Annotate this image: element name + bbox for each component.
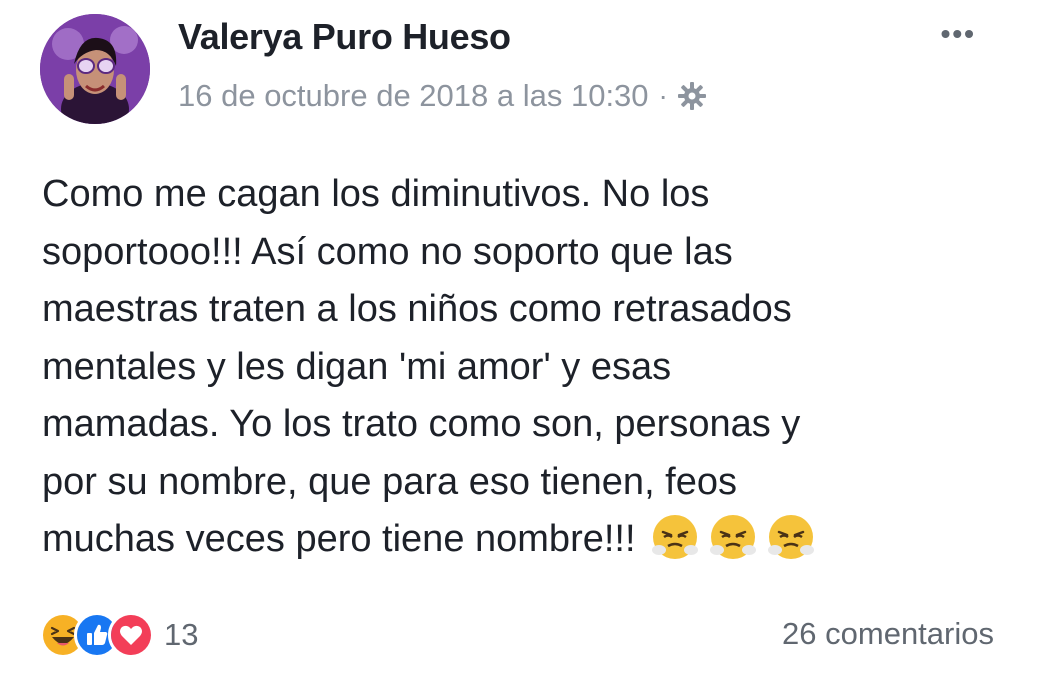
post-text-line: por su nombre, que para eso tienen, feos bbox=[42, 460, 738, 503]
author-name[interactable]: Valerya Puro Hueso bbox=[178, 16, 511, 58]
post-timestamp[interactable]: 16 de octubre de 2018 a las 10:30 bbox=[178, 78, 649, 114]
reaction-count[interactable]: 13 bbox=[164, 617, 198, 653]
post-text-line: mamadas. Yo los trato como son, personas… bbox=[42, 403, 801, 445]
more-options-button[interactable]: ••• bbox=[941, 20, 976, 48]
angry-steam-emoji bbox=[651, 514, 698, 559]
post-text-line: Como me cagan los diminutivos. No los bbox=[42, 173, 710, 215]
avatar[interactable] bbox=[40, 14, 150, 124]
reactions-summary[interactable]: 13 bbox=[40, 612, 198, 658]
love-icon bbox=[108, 612, 154, 658]
post-text-line: muchas veces pero tiene nombre!!! bbox=[42, 518, 636, 560]
post-text-line: maestras traten a los niños como retrasa… bbox=[42, 288, 792, 330]
emoji-group bbox=[650, 512, 816, 562]
comments-count-link[interactable]: 26 comentarios bbox=[782, 616, 994, 652]
angry-steam-emoji bbox=[709, 514, 756, 559]
post-meta: 16 de octubre de 2018 a las 10:30 · bbox=[178, 78, 708, 114]
post-text-line: mentales y les digan 'mi amor' y esas bbox=[42, 345, 672, 388]
meta-separator: · bbox=[658, 80, 668, 111]
post-text-line: soportooo!!! Así como no soporto que las bbox=[42, 230, 733, 273]
post-body: Como me cagan los diminutivos. No los so… bbox=[42, 166, 992, 569]
gear-icon[interactable] bbox=[676, 80, 708, 112]
angry-steam-emoji bbox=[767, 514, 814, 559]
avatar-photo bbox=[40, 14, 150, 124]
